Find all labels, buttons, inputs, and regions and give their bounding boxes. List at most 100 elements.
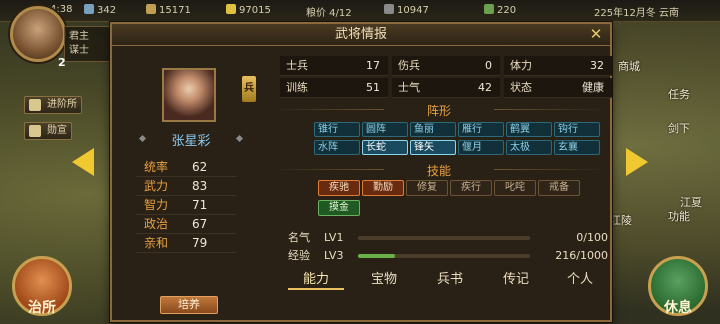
skill-item[interactable]: 修复 xyxy=(406,180,448,196)
book-resource: 220 xyxy=(484,4,516,16)
edict-label: 勋宣 xyxy=(47,125,67,136)
tab-biography[interactable]: 传记 xyxy=(488,270,544,290)
stat-row: 亲和 79 xyxy=(136,234,236,253)
formation-item[interactable]: 雁行 xyxy=(458,122,504,137)
lord-info: 君主 谋士 xyxy=(64,26,114,62)
exp-progress-bar xyxy=(358,254,530,258)
formation-item[interactable]: 钩行 xyxy=(554,122,600,137)
governance-button[interactable]: 治所 xyxy=(12,256,72,316)
info-training: 训练 51 xyxy=(280,78,388,98)
edict-icon xyxy=(29,125,41,137)
subordinate-label[interactable]: 剑下 xyxy=(668,120,690,136)
advance-label: 进阶所 xyxy=(47,99,77,110)
fame-progress-bar xyxy=(358,236,530,240)
stat-label: 智力 xyxy=(144,198,169,212)
formation-title: 阵形 xyxy=(274,102,604,119)
panel-title: 武将情报 xyxy=(334,27,387,42)
advance-button[interactable]: 进阶所 xyxy=(24,96,82,114)
info-wounded: 伤兵 0 xyxy=(392,56,500,76)
iron-resource: 10947 xyxy=(384,4,429,16)
skill-item[interactable]: 摸金 xyxy=(318,200,360,216)
next-general-arrow-icon[interactable] xyxy=(626,148,648,176)
formation-item[interactable]: 鱼丽 xyxy=(410,122,456,137)
gold-resource: 97015 xyxy=(226,4,271,16)
formation-item[interactable]: 太极 xyxy=(506,140,552,155)
info-stamina: 体力 32 xyxy=(504,56,612,76)
info-value: 42 xyxy=(478,81,492,94)
game-date: 225年12月冬 云南 xyxy=(594,8,679,19)
formation-item[interactable]: 偃月 xyxy=(458,140,504,155)
function-label[interactable]: 功能 xyxy=(668,208,690,224)
stat-row: 统率 62 xyxy=(136,158,236,177)
quest-label[interactable]: 任务 xyxy=(668,86,690,102)
formation-item[interactable]: 圆阵 xyxy=(362,122,408,137)
info-morale: 士气 42 xyxy=(392,78,500,98)
stat-label: 统率 xyxy=(144,160,169,174)
stat-row: 智力 71 xyxy=(136,196,236,215)
general-profile: 兵 张星彩 统率 62 武力 83 智力 71 政治 67 亲和 79 培养 xyxy=(118,50,260,318)
stat-value: 67 xyxy=(192,217,208,231)
stat-label: 政治 xyxy=(144,217,169,231)
fame-count: 0/100 xyxy=(576,231,608,244)
info-value: 32 xyxy=(590,59,604,72)
info-label: 状态 xyxy=(510,81,532,94)
fame-label: 名气 xyxy=(288,231,310,244)
exp-label: 经验 xyxy=(288,249,310,262)
stat-value: 83 xyxy=(192,179,208,193)
general-portrait xyxy=(162,68,216,122)
troops-resource: 342 xyxy=(84,4,116,16)
city-jiangxia[interactable]: 江夏 xyxy=(680,194,702,210)
train-button[interactable]: 培养 xyxy=(160,296,218,314)
exp-progress-fill xyxy=(358,254,396,258)
formation-item-active[interactable]: 锋矢 xyxy=(410,140,456,155)
exp-count: 216/1000 xyxy=(555,249,608,262)
formation-item[interactable]: 鹤翼 xyxy=(506,122,552,137)
skill-item[interactable]: 戒备 xyxy=(538,180,580,196)
formation-item[interactable]: 锥行 xyxy=(314,122,360,137)
stat-label: 亲和 xyxy=(144,236,169,250)
stat-row: 政治 67 xyxy=(136,215,236,234)
food-icon xyxy=(146,4,156,14)
book-icon xyxy=(484,4,494,14)
info-value: 健康 xyxy=(582,81,604,94)
skill-item[interactable]: 疾驰 xyxy=(318,180,360,196)
tab-personal[interactable]: 个人 xyxy=(552,270,608,290)
formation-item[interactable]: 玄襄 xyxy=(554,140,600,155)
skill-item[interactable]: 疾行 xyxy=(450,180,492,196)
skill-item[interactable]: 勤励 xyxy=(362,180,404,196)
lord-title: 君主 xyxy=(69,31,89,42)
formation-item-active[interactable]: 长蛇 xyxy=(362,140,408,155)
stat-label: 武力 xyxy=(144,179,169,193)
lord-avatar[interactable] xyxy=(10,6,66,62)
iron-icon xyxy=(384,4,394,14)
general-info-panel: 武将情报 ✕ 兵 张星彩 统率 62 武力 83 智力 71 政治 67 亲和 79 培养… xyxy=(110,22,612,322)
edict-button[interactable]: 勋宣 xyxy=(24,122,72,140)
rest-button[interactable]: 休息 xyxy=(648,256,708,316)
close-icon[interactable]: ✕ xyxy=(588,26,604,42)
stat-row: 武力 83 xyxy=(136,177,236,196)
advance-icon xyxy=(29,99,41,111)
info-value: 17 xyxy=(366,59,380,72)
shop-label[interactable]: 商城 xyxy=(618,58,640,74)
fame-row: 名气 LV1 0/100 xyxy=(288,230,608,246)
city-jiangling[interactable]: 江陵 xyxy=(610,212,632,228)
advisor-title: 谋士 xyxy=(69,45,89,56)
tab-treasure[interactable]: 宝物 xyxy=(356,270,412,290)
stat-value: 62 xyxy=(192,160,208,174)
info-label: 伤兵 xyxy=(398,59,420,72)
stat-value: 71 xyxy=(192,198,208,212)
info-status: 状态 健康 xyxy=(504,78,612,98)
tab-military-book[interactable]: 兵书 xyxy=(422,270,478,290)
troop-type-badge: 兵 xyxy=(242,76,256,102)
info-label: 士兵 xyxy=(286,59,308,72)
tab-ability[interactable]: 能力 xyxy=(288,270,344,290)
skill-title: 技能 xyxy=(274,162,604,179)
gold-icon xyxy=(226,4,236,14)
previous-general-arrow-icon[interactable] xyxy=(72,148,94,176)
info-value: 51 xyxy=(366,81,380,94)
formation-item[interactable]: 水阵 xyxy=(314,140,360,155)
skill-item[interactable]: 叱咤 xyxy=(494,180,536,196)
food-resource: 15171 xyxy=(146,4,191,16)
exp-row: 经验 LV3 216/1000 xyxy=(288,248,608,264)
troops-icon xyxy=(84,4,94,14)
